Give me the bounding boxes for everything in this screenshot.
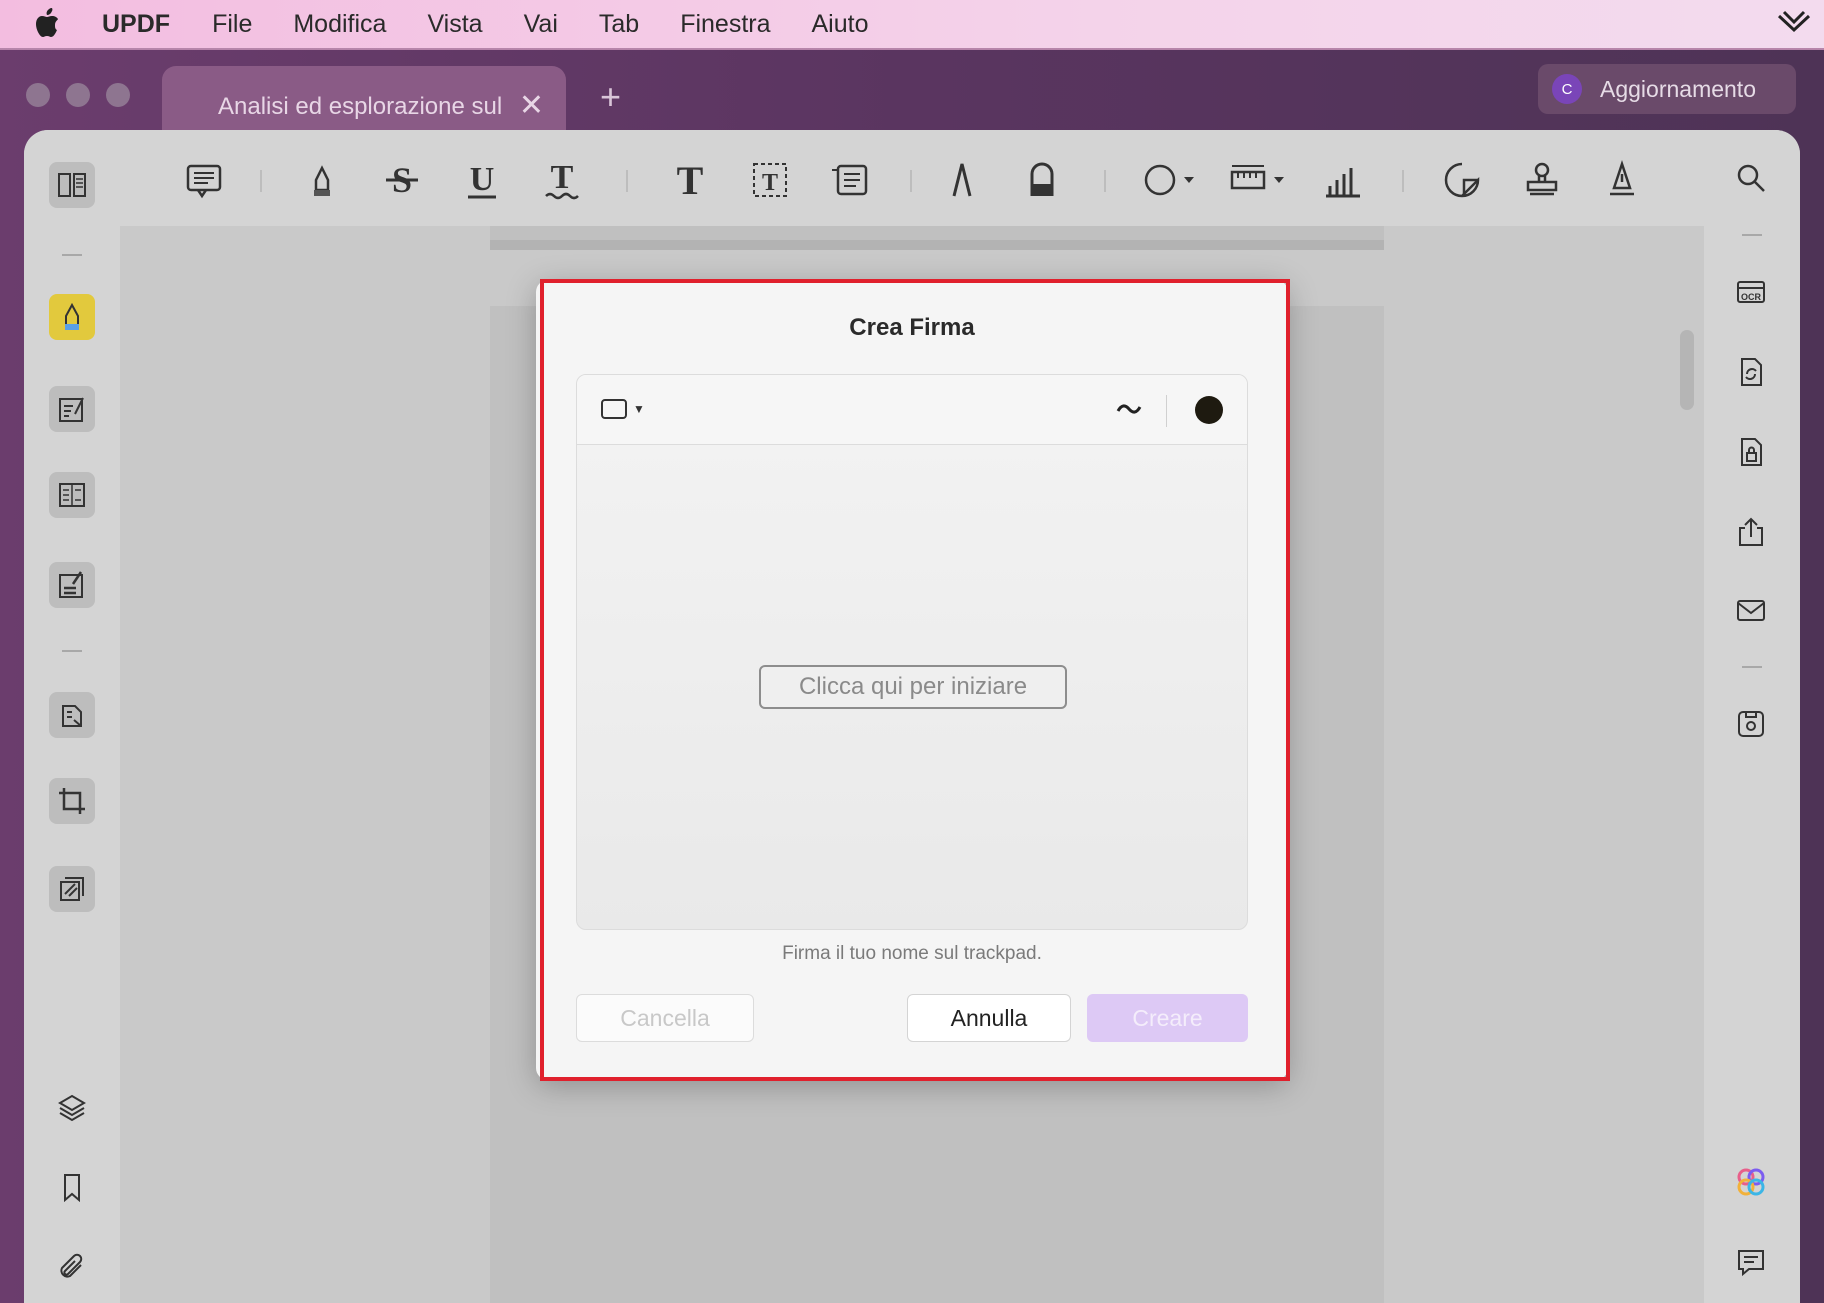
svg-text:T: T xyxy=(551,160,574,196)
avatar: C xyxy=(1552,74,1582,104)
comments-panel-icon[interactable] xyxy=(1729,1240,1773,1284)
chevron-down-icon: ▼ xyxy=(633,402,645,416)
toolbar-divider xyxy=(1402,170,1404,192)
highlighter-icon[interactable] xyxy=(302,160,342,200)
trackpad-icon xyxy=(601,399,627,419)
search-icon[interactable] xyxy=(1729,156,1773,200)
svg-text:T: T xyxy=(677,160,704,200)
stroke-width-icon[interactable] xyxy=(1115,395,1143,423)
toolbar-divider xyxy=(626,170,628,192)
comment-icon[interactable] xyxy=(184,160,224,200)
text-box-icon[interactable]: T xyxy=(750,160,790,200)
sidebar-divider xyxy=(62,254,82,256)
menu-tab[interactable]: Tab xyxy=(599,10,639,39)
window-minimize-button[interactable] xyxy=(66,83,90,107)
right-sidebar: OCR xyxy=(1704,130,1800,1303)
signature-canvas[interactable]: ▼ Clicca qui per iniziare xyxy=(576,374,1248,930)
shape-circle-icon[interactable] xyxy=(1144,160,1198,200)
share-icon[interactable] xyxy=(1729,510,1773,554)
organize-pages-icon[interactable] xyxy=(49,692,95,738)
measure-icon[interactable] xyxy=(1230,160,1288,200)
toolbar-divider xyxy=(910,170,912,192)
menu-aiuto[interactable]: Aiuto xyxy=(812,10,869,39)
apple-icon[interactable] xyxy=(32,8,84,40)
stamp-icon[interactable] xyxy=(1522,160,1562,200)
left-sidebar xyxy=(24,130,120,1303)
sidebar-divider xyxy=(1742,666,1762,668)
upgrade-button[interactable]: C Aggiornamento xyxy=(1538,64,1796,114)
tab-title: Analisi ed esplorazione sul xyxy=(218,93,503,120)
dialog-title: Crea Firma xyxy=(849,314,975,341)
upgrade-label: Aggiornamento xyxy=(1600,75,1756,102)
reader-mode-icon[interactable] xyxy=(49,162,95,208)
edit-pdf-icon[interactable] xyxy=(49,386,95,432)
ink-color-swatch[interactable] xyxy=(1195,396,1223,424)
crop-icon[interactable] xyxy=(49,778,95,824)
options-divider xyxy=(1166,395,1167,427)
toolbar-divider xyxy=(260,170,262,192)
previous-page xyxy=(490,226,1384,250)
text-callout-icon[interactable] xyxy=(830,160,870,200)
eraser-icon[interactable] xyxy=(1022,160,1062,200)
save-icon[interactable] xyxy=(1729,702,1773,746)
attachment-icon[interactable] xyxy=(49,1244,95,1290)
menu-finestra[interactable]: Finestra xyxy=(680,10,770,39)
svg-text:OCR: OCR xyxy=(1741,292,1762,302)
sidebar-divider xyxy=(1742,234,1762,236)
updf-status-icon[interactable] xyxy=(1776,8,1812,45)
layers-icon[interactable] xyxy=(49,1084,95,1130)
app-menu[interactable]: UPDF xyxy=(102,10,170,39)
convert-icon[interactable] xyxy=(1729,350,1773,394)
form-edit-icon[interactable] xyxy=(49,562,95,608)
protect-icon[interactable] xyxy=(1729,430,1773,474)
menu-bar: UPDF File Modifica Vista Vai Tab Finestr… xyxy=(0,0,1824,48)
bookmark-icon[interactable] xyxy=(49,1164,95,1210)
trackpad-hint: Firma il tuo nome sul trackpad. xyxy=(782,943,1042,964)
pencil-icon[interactable] xyxy=(942,160,982,200)
annotation-toolbar: S U T T T xyxy=(120,130,1704,226)
signature-options-bar: ▼ xyxy=(577,375,1247,445)
menu-vai[interactable]: Vai xyxy=(524,10,558,39)
clear-button[interactable]: Cancella xyxy=(576,994,754,1042)
ai-assistant-icon[interactable] xyxy=(1729,1160,1773,1204)
menu-file[interactable]: File xyxy=(212,10,252,39)
cancel-button[interactable]: Annulla xyxy=(907,994,1071,1042)
ocr-icon[interactable]: OCR xyxy=(1729,270,1773,314)
text-icon[interactable]: T xyxy=(670,158,710,203)
protect-pages-icon[interactable] xyxy=(49,866,95,912)
email-icon[interactable] xyxy=(1729,588,1773,632)
toolbar-divider xyxy=(1104,170,1106,192)
svg-text:U: U xyxy=(470,161,495,198)
svg-text:T: T xyxy=(762,170,778,196)
window-close-button[interactable] xyxy=(26,83,50,107)
create-button[interactable]: Creare xyxy=(1087,994,1248,1042)
squiggly-underline-icon[interactable]: T xyxy=(542,159,582,200)
strikethrough-icon[interactable]: S xyxy=(382,160,422,200)
sticker-icon[interactable] xyxy=(1442,160,1482,200)
signature-pen-icon[interactable] xyxy=(1602,160,1642,200)
close-tab-icon[interactable]: ✕ xyxy=(519,88,544,123)
menu-vista[interactable]: Vista xyxy=(427,10,482,39)
page-layout-icon[interactable] xyxy=(49,472,95,518)
sidebar-divider xyxy=(62,650,82,652)
underline-icon[interactable]: U xyxy=(462,160,502,200)
new-tab-button[interactable]: + xyxy=(600,76,621,118)
start-signing-button[interactable]: Clicca qui per iniziare xyxy=(759,665,1067,709)
comment-mode-icon[interactable] xyxy=(49,294,95,340)
signature-type-selector[interactable]: ▼ xyxy=(601,399,645,419)
window-zoom-button[interactable] xyxy=(106,83,130,107)
create-signature-dialog: Crea Firma ▼ Clicca qui per iniziare Fir… xyxy=(536,280,1288,1080)
menu-modifica[interactable]: Modifica xyxy=(293,10,386,39)
vertical-scrollbar[interactable] xyxy=(1680,330,1694,410)
chart-icon[interactable] xyxy=(1322,160,1362,200)
